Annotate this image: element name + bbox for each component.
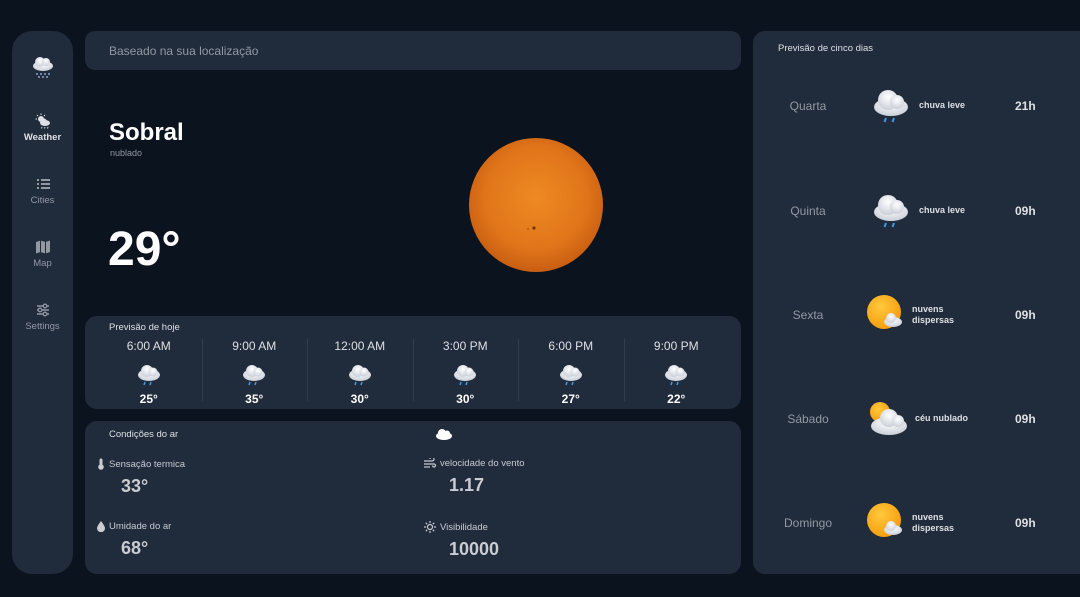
hour-time: 3:00 PM [442,339,488,353]
light-rain-icon [202,362,308,388]
current-temperature: 29° [108,223,181,276]
hourly-list: 6:00 AM 25° 9:00 AM 35° 12:00 AM 30° 3:0… [96,337,730,409]
sun-small-icon [424,521,436,533]
sidebar-item-weather[interactable]: Weather [12,113,73,153]
humidity-label: Umidade do ar [109,521,172,532]
hour-temp: 35° [245,392,264,406]
hour-time: 9:00 PM [653,339,699,353]
forecast-day: Quinta chuva leve 09h [753,180,1080,240]
hour-time: 6:00 AM [126,339,171,353]
wind-label: velocidade do vento [440,458,525,469]
weather-description: nublado [110,148,143,158]
hour-time: 12:00 AM [334,339,386,353]
five-day-title: Previsão de cinco dias [778,43,874,54]
day-condition: nuvens dispersas [912,512,954,534]
forecast-day: Sexta nuvens dispersas 09h [753,284,1080,344]
list-icon [36,179,50,189]
sun-behind-cloud-icon [867,295,902,329]
sidebar-item-label: Settings [25,321,60,332]
hour-temp: 30° [350,392,369,406]
sidebar-item-settings[interactable]: Settings [12,302,73,342]
wind-value: 1.17 [449,475,485,495]
air-conditions: Condições do ar Sensação termica 33° vel… [85,421,741,574]
city-name: Sobral [109,119,184,146]
cloud-icon [435,427,453,446]
droplet-icon [97,521,105,532]
sidebar-item-map[interactable]: Map [12,239,73,279]
day-name: Sexta [792,308,824,322]
day-hour: 09h [1015,412,1036,426]
day-hour: 09h [1015,204,1036,218]
rain-cloud-icon [12,53,73,81]
hour-temp: 22° [667,392,686,406]
day-hour: 09h [1015,308,1036,322]
hourly-item: 9:00 AM 35° [201,337,308,409]
visibility-value: 10000 [449,539,500,559]
hourly-item: 12:00 AM 30° [307,337,413,409]
feels-like-value: 33° [121,476,149,496]
hour-time: 6:00 PM [548,339,594,353]
air-conditions-title: Condições do ar [109,429,179,440]
weather-icon [35,113,50,129]
sliders-icon [36,303,49,317]
day-condition-line2: dispersas [912,523,955,533]
light-rain-icon [874,195,908,228]
hourly-item: 6:00 PM 27° [518,337,624,409]
wind-icon [424,458,436,468]
day-hour: 09h [1015,516,1036,530]
hourly-item: 3:00 PM 30° [412,337,519,409]
day-condition-line1: nuvens [912,304,944,314]
search-bar [85,31,741,70]
hour-temp: 30° [456,392,475,406]
wind-metric: velocidade do vento 1.17 [424,458,525,496]
sun-photo [469,138,603,272]
hour-time: 9:00 AM [232,339,277,353]
day-name: Quinta [790,204,826,218]
sidebar-item-label: Map [33,258,52,269]
forecast-day: Domingo nuvens dispersas 09h [753,492,1080,552]
feels-like-label: Sensação termica [109,458,186,470]
light-rain-icon [307,362,413,388]
today-forecast-title: Previsão de hoje [109,322,180,333]
sun-behind-cloud-icon [867,503,902,537]
day-condition: nuvens dispersas [912,304,954,326]
visibility-label: Visibilidade [440,521,488,533]
day-condition: céu nublado [915,413,969,423]
humidity-value: 68° [121,538,149,558]
day-name: Domingo [783,516,833,530]
day-condition: chuva leve [919,205,966,215]
map-icon [35,240,50,254]
hourly-item: 9:00 PM 22° [623,337,730,409]
light-rain-icon [96,362,202,388]
day-hour: 21h [1015,99,1036,113]
hourly-item: 6:00 AM 25° [96,337,202,409]
sidebar: Weather Cities Map Settings [12,31,73,574]
day-condition-line2: dispersas [912,315,955,325]
forecast-day: Quarta chuva leve 21h [753,75,1080,135]
search-input[interactable] [85,31,741,70]
light-rain-icon [874,90,908,123]
light-rain-icon [518,362,624,388]
cloudy-sun-icon [870,402,907,435]
humidity-metric: Umidade do ar 68° [97,521,171,559]
forecast-day: Sábado céu nublado 09h [753,388,1080,448]
light-rain-icon [624,362,730,388]
day-condition-line1: nuvens [912,512,944,522]
feels-like-metric: Sensação termica 33° [97,458,185,497]
day-name: Sábado [787,412,829,426]
sidebar-item-label: Weather [23,132,62,143]
sidebar-item-cities[interactable]: Cities [12,176,73,216]
hour-temp: 25° [139,392,158,406]
day-name: Quarta [789,99,827,113]
hour-temp: 27° [561,392,580,406]
day-condition: chuva leve [919,100,966,110]
thermometer-icon [98,458,104,470]
light-rain-icon [413,362,519,388]
sidebar-item-label: Cities [30,195,55,206]
visibility-metric: Visibilidade 10000 [424,521,499,560]
five-day-forecast: Previsão de cinco dias Quarta chuva leve… [753,31,1080,574]
